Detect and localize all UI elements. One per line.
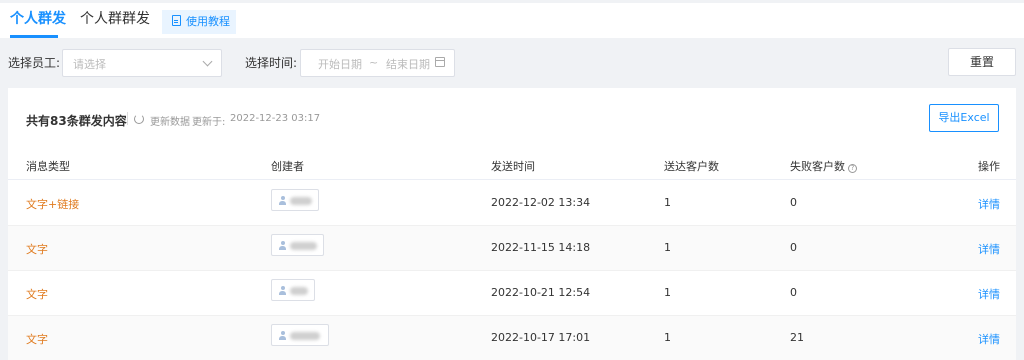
details-link[interactable]: 详情 bbox=[978, 196, 1000, 212]
message-type-cell: 文字 bbox=[26, 243, 48, 256]
updated-at-label: 更新于: bbox=[192, 117, 226, 128]
message-type-cell: 文字 bbox=[26, 333, 48, 346]
failed-count-cell: 0 bbox=[790, 286, 797, 299]
employee-select[interactable]: 请选择 bbox=[62, 49, 222, 77]
table-row: 文字+链接 2022-12-02 13:34 1 0 详情 bbox=[8, 181, 1016, 226]
creator-name-redacted bbox=[290, 332, 320, 340]
column-header-message-type: 消息类型 bbox=[26, 160, 70, 173]
table-row: 文字 2022-10-17 17:01 1 21 详情 bbox=[8, 316, 1016, 360]
broadcast-list-panel: 共有83条群发内容 更新数据 更新于: 2022-12-23 03:17 导出E… bbox=[8, 88, 1016, 360]
failed-count-cell: 0 bbox=[790, 196, 797, 209]
details-link[interactable]: 详情 bbox=[978, 331, 1000, 347]
delivered-count-cell: 1 bbox=[664, 331, 671, 344]
details-link[interactable]: 详情 bbox=[978, 286, 1000, 302]
column-header-send-time: 发送时间 bbox=[491, 160, 535, 173]
delivered-count-cell: 1 bbox=[664, 196, 671, 209]
calendar-icon bbox=[435, 57, 445, 67]
chevron-down-icon bbox=[202, 56, 213, 67]
top-tab-bar: 个人群发 个人群群发 使用教程 bbox=[0, 0, 1024, 38]
refresh-icon[interactable] bbox=[134, 114, 144, 124]
send-time-cell: 2022-10-17 17:01 bbox=[491, 331, 591, 344]
table-header: 消息类型 创建者 发送时间 送达客户数 失败客户数? 操作 bbox=[8, 148, 1016, 180]
divider bbox=[127, 112, 128, 125]
tab-personal-broadcast[interactable]: 个人群发 bbox=[10, 9, 66, 29]
send-time-cell: 2022-11-15 14:18 bbox=[491, 241, 591, 254]
updated-at-value: 2022-12-23 03:17 bbox=[230, 113, 321, 124]
send-time-cell: 2022-10-21 12:54 bbox=[491, 286, 591, 299]
creator-chip bbox=[271, 279, 315, 301]
column-header-creator: 创建者 bbox=[271, 160, 304, 173]
column-header-delivered: 送达客户数 bbox=[664, 160, 719, 173]
employee-select-placeholder: 请选择 bbox=[73, 58, 106, 71]
document-icon bbox=[172, 15, 181, 26]
tutorial-button-label: 使用教程 bbox=[186, 15, 230, 28]
refresh-data-link[interactable]: 更新数据 bbox=[150, 113, 190, 128]
table-row: 文字 2022-11-15 14:18 1 0 详情 bbox=[8, 226, 1016, 271]
creator-chip bbox=[271, 324, 329, 346]
user-icon bbox=[279, 331, 286, 340]
employee-filter-label: 选择员工: bbox=[8, 56, 61, 70]
user-icon bbox=[279, 196, 286, 205]
message-type-cell: 文字+链接 bbox=[26, 198, 80, 211]
column-header-failed-label: 失败客户数 bbox=[790, 160, 845, 173]
time-filter-label: 选择时间: bbox=[245, 56, 298, 70]
column-header-failed: 失败客户数? bbox=[790, 158, 857, 174]
user-icon bbox=[279, 286, 286, 295]
send-time-cell: 2022-12-02 13:34 bbox=[491, 196, 591, 209]
failed-count-cell: 21 bbox=[790, 331, 804, 344]
details-link[interactable]: 详情 bbox=[978, 241, 1000, 257]
user-icon bbox=[279, 241, 286, 250]
tutorial-button[interactable]: 使用教程 bbox=[162, 10, 236, 34]
message-type-cell: 文字 bbox=[26, 288, 48, 301]
reset-button[interactable]: 重置 bbox=[948, 48, 1016, 76]
table-row: 文字 2022-10-21 12:54 1 0 详情 bbox=[8, 271, 1016, 316]
tab-group-broadcast[interactable]: 个人群群发 bbox=[80, 9, 150, 29]
delivered-count-cell: 1 bbox=[664, 286, 671, 299]
date-range-picker[interactable]: 开始日期 ~ 结束日期 bbox=[300, 49, 455, 77]
creator-name-redacted bbox=[290, 287, 308, 295]
delivered-count-cell: 1 bbox=[664, 241, 671, 254]
creator-chip bbox=[271, 234, 324, 256]
end-date-input[interactable]: 结束日期 bbox=[386, 56, 430, 72]
creator-name-redacted bbox=[290, 242, 317, 250]
active-tab-indicator bbox=[10, 35, 58, 38]
broadcast-count-title: 共有83条群发内容 bbox=[26, 114, 127, 128]
creator-chip bbox=[271, 189, 319, 211]
creator-name-redacted bbox=[290, 197, 312, 205]
export-excel-button[interactable]: 导出Excel bbox=[929, 104, 999, 132]
column-header-actions: 操作 bbox=[978, 160, 1000, 173]
start-date-input[interactable]: 开始日期 bbox=[318, 56, 362, 72]
help-icon[interactable]: ? bbox=[848, 164, 857, 173]
date-range-separator: ~ bbox=[369, 56, 379, 69]
failed-count-cell: 0 bbox=[790, 241, 797, 254]
